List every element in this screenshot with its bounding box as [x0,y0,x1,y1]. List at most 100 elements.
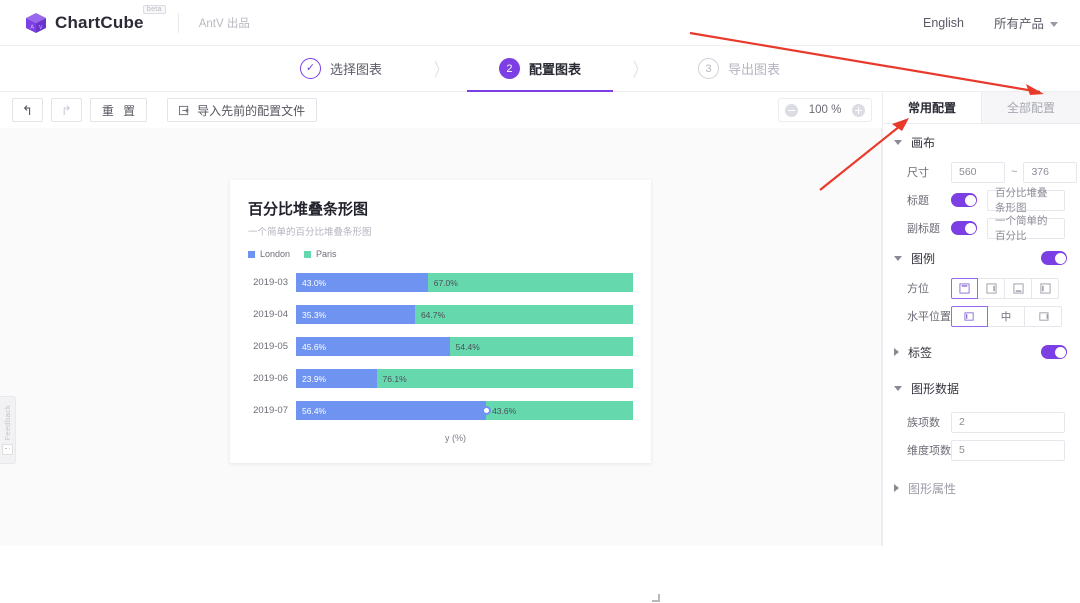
bar-segment-paris[interactable]: 76.1% [376,369,633,388]
all-products-menu[interactable]: 所有产品 [994,13,1058,32]
chart-subtitle-input[interactable]: 一个简单的百分比 [987,215,1065,242]
zoom-in-button[interactable] [851,103,865,117]
legend-position-right-button[interactable] [978,277,1005,299]
step-export-chart[interactable]: 3 导出图表 [698,46,780,92]
chart-card[interactable]: 百分比堆叠条形图 一个简单的百分比堆叠条形图 London Paris 2019… [230,180,651,463]
bar-track: 23.9% 76.1% [296,369,633,388]
bar-category-label: 2019-06 [253,373,288,384]
legend-position-left-button[interactable] [1032,277,1059,299]
chart-title: 百分比堆叠条形图 [248,201,369,218]
legend-label-paris: Paris [316,249,337,259]
legend-swatch-london [248,250,255,258]
redo-icon: ↱ [60,102,72,118]
bar-row[interactable]: 2019-07 56.4% 43.6% [230,401,651,420]
section-legend-header[interactable]: 图例 [883,244,1080,272]
step-select-chart[interactable]: ✓ 选择图表 [299,46,382,92]
legend-align-right-button[interactable] [1025,305,1062,327]
zoom-out-button[interactable] [785,103,798,117]
canvas-height-input[interactable]: 376 [1023,161,1078,183]
bar-row[interactable]: 2019-05 45.6% 54.4% [230,337,651,356]
bar-category-label: 2019-03 [253,277,288,288]
legend-position-bottom-button[interactable] [1005,277,1032,299]
bar-segment-value: 43.6% [492,405,517,416]
canvas-title-row: 标题 百分比堆叠条形图 [883,187,1080,214]
bar-segment-value: 67.0% [433,277,458,288]
tab-common-config[interactable]: 常用配置 [883,92,981,123]
redo-button[interactable]: ↱ [50,98,82,122]
legend-align-left-button[interactable] [951,305,988,327]
undo-button[interactable]: ↰ [12,98,43,122]
bar-segment-paris[interactable]: 67.0% [427,273,633,292]
step-configure-chart[interactable]: 2 配置图表 [466,46,613,92]
section-graph-data-header[interactable]: 图形数据 [883,374,1080,402]
legend-orientation-row: 方位 [883,276,1080,300]
tab-all-config[interactable]: 全部配置 [981,92,1080,123]
chart-subtitle: 一个简单的百分比堆叠条形图 [248,227,372,238]
feedback-label: Feedback [3,405,12,441]
brand-logo[interactable]: A V ChartCube beta [24,4,166,35]
language-switch-link[interactable]: English [923,16,964,30]
legend-toggle[interactable] [1041,251,1067,265]
bar-segment-paris[interactable]: 43.6% [486,401,633,420]
section-label-header[interactable]: 标签 [883,338,1080,366]
step-separator-2: 〉 [633,59,647,81]
bar-track: 35.3% 64.7% [296,305,633,324]
legend-orientation-group [951,277,1059,299]
legend-align-center-button[interactable]: 中 [988,305,1025,327]
bar-drag-handle[interactable] [481,406,491,415]
bar-segment-value: 43.0% [302,277,327,288]
section-canvas-header[interactable]: 画布 [883,128,1080,156]
bar-segment-value: 23.9% [302,373,327,384]
bar-row[interactable]: 2019-06 23.9% 76.1% [230,369,651,388]
step-indicator: ✓ 选择图表 〉 2 配置图表 〉 3 导出图表 [0,46,1080,92]
label-toggle[interactable] [1041,345,1067,359]
bar-row[interactable]: 2019-03 43.0% 67.0% [230,273,651,292]
section-legend-title: 图例 [911,251,936,266]
header-right-nav: English 所有产品 [893,13,1058,32]
import-config-button[interactable]: 导入先前的配置文件 [167,98,318,122]
series-count-input[interactable]: 2 [951,411,1065,433]
title-toggle[interactable] [951,193,977,207]
chartcube-logo-icon: A V [26,12,46,33]
triangle-right-icon [894,348,899,356]
section-label-title: 标签 [908,345,933,360]
triangle-down-icon [894,139,902,145]
bar-segment-paris[interactable]: 54.4% [449,337,633,356]
canvas-width-input[interactable]: 560 [951,161,1005,183]
bar-segment-value: 76.1% [382,373,407,384]
bar-segment-london[interactable]: 35.3% [296,305,415,324]
legend-position-top-button[interactable] [951,277,978,299]
bar-segment-london[interactable]: 23.9% [296,369,377,388]
series-count-label: 族项数 [907,417,940,429]
legend-item-london[interactable]: London [248,249,290,259]
bar-segment-paris[interactable]: 64.7% [414,305,633,324]
zoom-level-value: 100 % [808,104,842,116]
bar-rows: 2019-03 43.0% 67.0% 2019-04 35.3% 64.7% 2019-0… [230,273,651,420]
reset-button[interactable]: 重 置 [89,98,148,122]
bar-segment-london[interactable]: 45.6% [296,337,450,356]
canvas-resize-handle[interactable] [651,593,661,603]
feedback-tab[interactable]: Feedback [0,396,16,464]
triangle-down-icon [894,385,902,391]
triangle-down-icon [894,255,902,261]
subtitle-toggle[interactable] [951,221,977,235]
series-count-row: 族项数 2 [883,410,1080,434]
check-icon: ✓ [305,62,316,74]
bar-category-label: 2019-04 [253,309,288,320]
canvas-size-row: 尺寸 560 ~ 376 [883,160,1080,184]
legend-item-paris[interactable]: Paris [304,249,337,259]
bar-track: 43.0% 67.0% [296,273,633,292]
import-file-icon [179,105,190,116]
chart-title-input[interactable]: 百分比堆叠条形图 [987,187,1065,214]
dimension-count-input[interactable]: 5 [951,439,1065,461]
bar-segment-london[interactable]: 43.0% [296,273,428,292]
bar-row[interactable]: 2019-04 35.3% 64.7% [230,305,651,324]
bar-segment-value: 56.4% [302,405,327,416]
config-panel: 常用配置 全部配置 画布 尺寸 560 ~ 376 标题 百分比堆叠条形图 副标… [882,92,1080,546]
canvas-title-label: 标题 [907,195,929,207]
bar-segment-london[interactable]: 56.4% [296,401,487,420]
chevron-down-icon [1050,22,1058,28]
step-2-circle: 2 [498,58,520,79]
legend-swatch-paris [304,250,312,258]
section-graph-props-header[interactable]: 图形属性 [883,474,1080,502]
